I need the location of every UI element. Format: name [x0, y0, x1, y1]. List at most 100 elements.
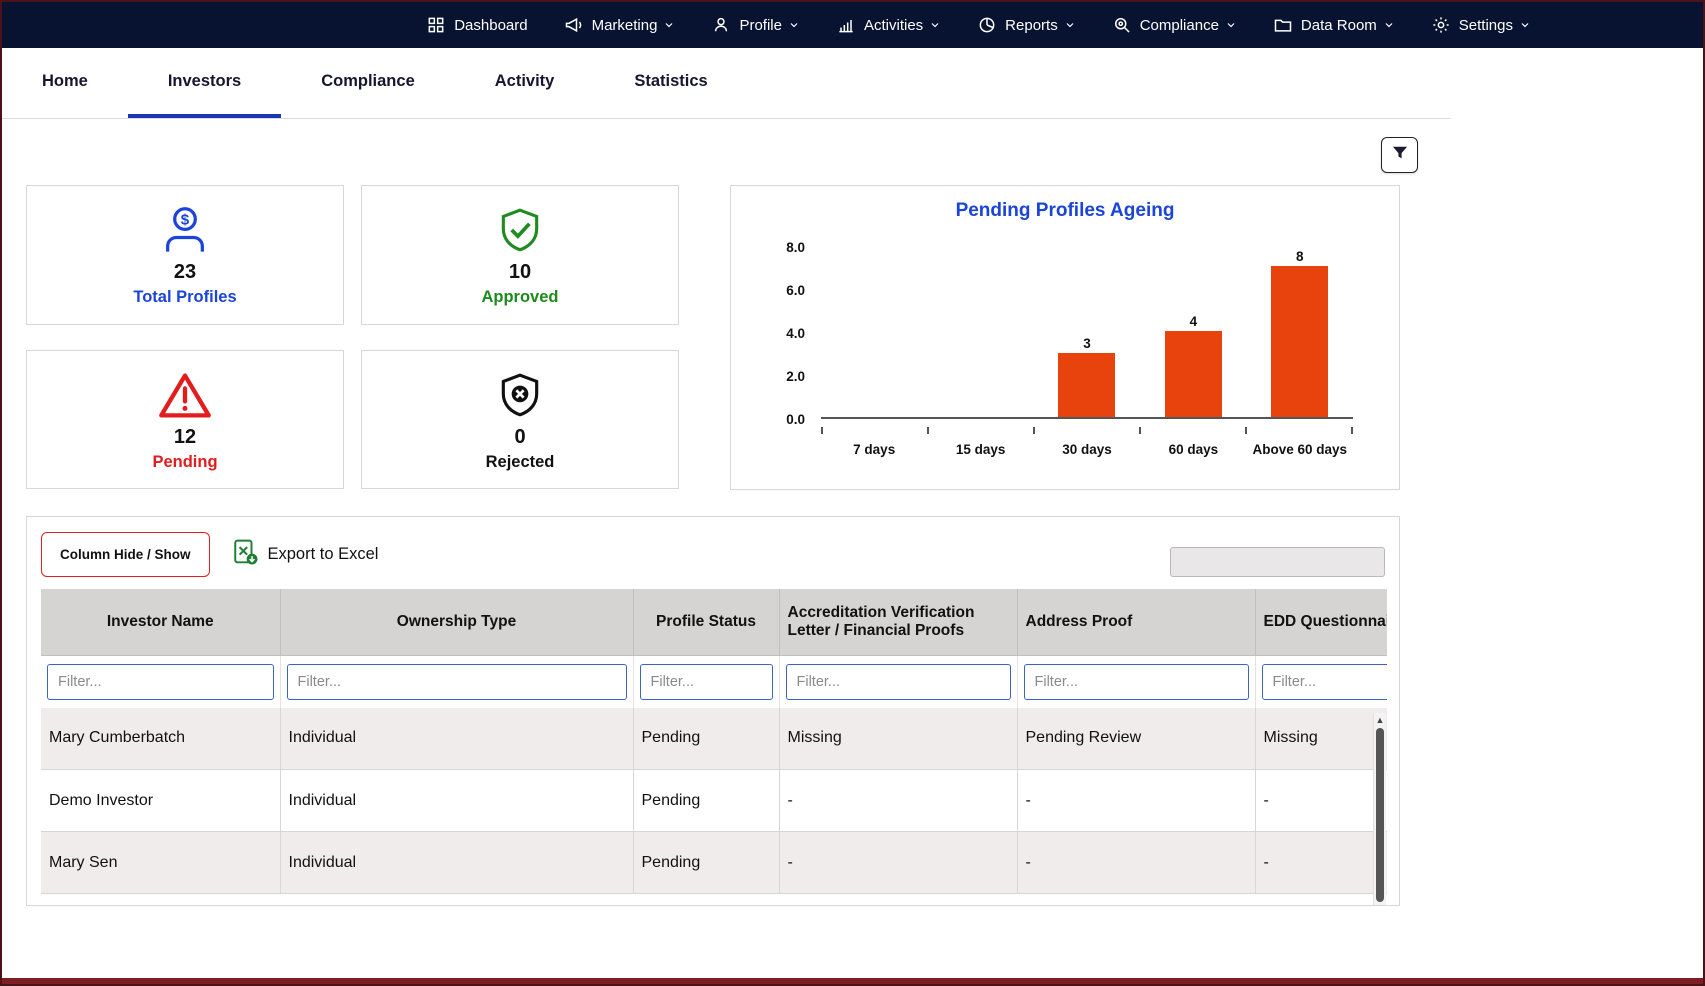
svg-text:$: $ — [181, 212, 190, 229]
x-tick-label: Above 60 days — [1247, 442, 1353, 457]
tab-home[interactable]: Home — [2, 48, 128, 118]
y-tick-label: 0.0 — [786, 412, 805, 427]
column-header-edd-questionnaire[interactable]: EDD Questionnaire — [1255, 589, 1387, 655]
tab-compliance[interactable]: Compliance — [281, 48, 455, 118]
nav-item-label: Settings — [1459, 17, 1513, 34]
chart-title: Pending Profiles Ageing — [731, 200, 1399, 222]
nav-item-activities[interactable]: Activities — [836, 15, 941, 35]
tab-investors[interactable]: Investors — [128, 48, 281, 118]
column-header-ownership-type[interactable]: Ownership Type — [280, 589, 633, 655]
cell-edd-questionnaire: - — [1255, 832, 1387, 894]
bar-value-label: 8 — [1296, 248, 1304, 266]
chevron-down-icon — [788, 19, 800, 31]
bar — [1271, 266, 1328, 417]
nav-item-compliance[interactable]: Compliance — [1112, 15, 1237, 35]
tab-statistics[interactable]: Statistics — [594, 48, 747, 118]
table-row[interactable]: Demo Investor Individual Pending - - - — [41, 770, 1387, 832]
column-header-address-proof[interactable]: Address Proof — [1017, 589, 1255, 655]
table-vertical-scrollbar[interactable]: ▲ — [1373, 713, 1386, 905]
bar-value-label: 4 — [1190, 313, 1198, 331]
column-header-investor-name[interactable]: Investor Name — [41, 589, 280, 655]
stat-value: 12 — [174, 426, 196, 449]
export-label: Export to Excel — [268, 545, 379, 564]
nav-item-reports[interactable]: Reports — [977, 15, 1076, 35]
cell-accreditation: - — [779, 770, 1017, 832]
scrollbar-up-arrow[interactable]: ▲ — [1374, 713, 1386, 727]
stat-card-rejected[interactable]: 0 Rejected — [361, 350, 679, 489]
chevron-down-icon — [1383, 19, 1395, 31]
stat-card-approved[interactable]: 10 Approved — [361, 185, 679, 325]
funnel-icon — [1390, 143, 1410, 168]
investors-table: Investor Name Ownership Type Profile Sta… — [41, 589, 1387, 894]
filter-input-ownership-type[interactable] — [287, 664, 627, 700]
cell-accreditation: - — [779, 832, 1017, 894]
horizontal-scrollbar[interactable] — [2, 978, 1703, 984]
table-search-input[interactable] — [1170, 547, 1385, 577]
shield-check-icon — [495, 203, 545, 259]
chevron-down-icon — [663, 19, 675, 31]
nav-item-profile[interactable]: Profile — [711, 15, 800, 35]
y-tick-label: 4.0 — [786, 326, 805, 341]
column-header-profile-status[interactable]: Profile Status — [633, 589, 779, 655]
cell-edd-questionnaire: Missing — [1255, 708, 1387, 770]
nav-item-marketing[interactable]: Marketing — [564, 15, 676, 35]
megaphone-icon — [564, 15, 584, 35]
tab-bar: Home Investors Compliance Activity Stati… — [2, 48, 1451, 119]
cell-ownership-type: Individual — [280, 832, 633, 894]
cell-accreditation: Missing — [779, 708, 1017, 770]
nav-item-dashboard[interactable]: Dashboard — [426, 15, 527, 35]
chevron-down-icon — [1519, 19, 1531, 31]
person-icon — [711, 15, 731, 35]
table-row[interactable]: Mary Sen Individual Pending - - - — [41, 832, 1387, 894]
export-to-excel-button[interactable]: Export to Excel — [232, 539, 379, 570]
nav-item-label: Data Room — [1301, 17, 1377, 34]
filter-input-investor-name[interactable] — [47, 664, 274, 700]
cell-address-proof: - — [1017, 832, 1255, 894]
dashboard-row: $ 23 Total Profiles 10 Approved 12 Pendi… — [2, 185, 1703, 490]
filter-input-edd-questionnaire[interactable] — [1262, 664, 1388, 700]
nav-item-label: Reports — [1005, 17, 1058, 34]
chart-area: 8.06.04.02.00.0 3 4 8 7 days 15 days 30 — [761, 248, 1399, 457]
stat-card-total-profiles[interactable]: $ 23 Total Profiles — [26, 185, 344, 325]
pending-profiles-ageing-chart: Pending Profiles Ageing 8.06.04.02.00.0 … — [730, 185, 1400, 490]
tab-activity[interactable]: Activity — [455, 48, 595, 118]
filter-input-address-proof[interactable] — [1024, 664, 1249, 700]
nav-item-data-room[interactable]: Data Room — [1273, 15, 1395, 35]
chart-plot: 3 4 8 — [821, 248, 1353, 419]
filter-button[interactable] — [1381, 137, 1418, 173]
nav-item-label: Marketing — [592, 17, 658, 34]
nav-item-label: Compliance — [1140, 17, 1219, 34]
table-filter-row — [41, 655, 1387, 708]
x-tick-label: 7 days — [821, 442, 927, 457]
filter-input-accreditation[interactable] — [786, 664, 1011, 700]
bar-above-60-days: 8 — [1247, 248, 1353, 417]
cell-profile-status: Pending — [633, 832, 779, 894]
column-header-accreditation[interactable]: Accreditation Verification Letter / Fina… — [779, 589, 1017, 655]
cell-ownership-type: Individual — [280, 770, 633, 832]
y-tick-label: 6.0 — [786, 283, 805, 298]
dashboard-icon — [426, 15, 446, 35]
stat-card-pending[interactable]: 12 Pending — [26, 350, 344, 489]
bar-value-label: 3 — [1083, 335, 1091, 353]
y-tick-label: 2.0 — [786, 369, 805, 384]
filter-input-profile-status[interactable] — [640, 664, 773, 700]
column-hide-show-button[interactable]: Column Hide / Show — [41, 532, 210, 577]
x-tick-label: 30 days — [1034, 442, 1140, 457]
folder-icon — [1273, 15, 1293, 35]
stat-label: Approved — [481, 288, 558, 307]
cell-address-proof: Pending Review — [1017, 708, 1255, 770]
magnifier-icon — [1112, 15, 1132, 35]
bar — [1165, 331, 1222, 417]
scrollbar-thumb[interactable] — [1376, 728, 1384, 902]
cell-profile-status: Pending — [633, 770, 779, 832]
stat-value: 0 — [514, 426, 525, 449]
table-header-row: Investor Name Ownership Type Profile Sta… — [41, 589, 1387, 655]
bar-7-days — [821, 248, 927, 417]
table-row[interactable]: Mary Cumberbatch Individual Pending Miss… — [41, 708, 1387, 770]
warning-triangle-icon — [157, 368, 213, 424]
chart-axis-ticks — [821, 427, 1353, 434]
stat-value: 10 — [509, 261, 531, 284]
bar-30-days: 3 — [1034, 248, 1140, 417]
nav-item-settings[interactable]: Settings — [1431, 15, 1531, 35]
nav-item-label: Activities — [864, 17, 923, 34]
